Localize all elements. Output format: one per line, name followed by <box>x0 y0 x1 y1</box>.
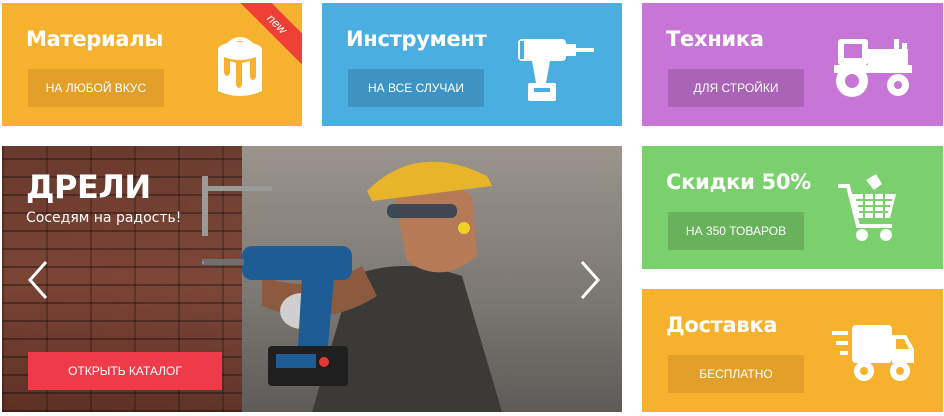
paint-bucket-icon <box>218 37 262 96</box>
tile-title: Техника <box>666 27 764 51</box>
chevron-left-icon[interactable] <box>26 260 50 300</box>
tile-delivery[interactable]: Доставка БЕСПЛАТНО <box>642 289 943 412</box>
tile-materials[interactable]: Материалы НА ЛЮБОЙ ВКУС new <box>2 3 302 126</box>
hero-title: ДРЕЛИ <box>26 168 151 206</box>
discounts-button[interactable]: НА 350 ТОВАРОВ <box>668 212 804 250</box>
hero-slider[interactable]: ДРЕЛИ Соседям на радость! ОТКРЫТЬ КАТАЛО… <box>2 146 622 412</box>
hero-subtitle: Соседям на радость! <box>26 210 182 226</box>
worker-with-drill-image <box>202 161 502 412</box>
tractor-icon <box>834 39 912 97</box>
delivery-button[interactable]: БЕСПЛАТНО <box>668 355 804 393</box>
tile-machinery[interactable]: Техника ДЛЯ СТРОЙКИ <box>642 3 943 126</box>
tile-tools[interactable]: Инструмент НА ВСЕ СЛУЧАИ <box>322 3 622 126</box>
tile-title: Материалы <box>26 27 164 51</box>
materials-button[interactable]: НА ЛЮБОЙ ВКУС <box>28 69 164 107</box>
tile-title: Инструмент <box>346 27 487 51</box>
tile-title: Скидки 50% <box>666 170 811 194</box>
tile-discounts[interactable]: Скидки 50% НА 350 ТОВАРОВ <box>642 146 943 269</box>
drill-icon <box>518 39 594 101</box>
tools-button[interactable]: НА ВСЕ СЛУЧАИ <box>348 69 484 107</box>
shopping-cart-icon <box>838 174 896 241</box>
tile-title: Доставка <box>666 313 778 337</box>
machinery-button[interactable]: ДЛЯ СТРОЙКИ <box>668 69 804 107</box>
open-catalog-button[interactable]: ОТКРЫТЬ КАТАЛОГ <box>28 352 222 390</box>
delivery-truck-icon <box>832 325 914 381</box>
chevron-right-icon[interactable] <box>578 260 602 300</box>
